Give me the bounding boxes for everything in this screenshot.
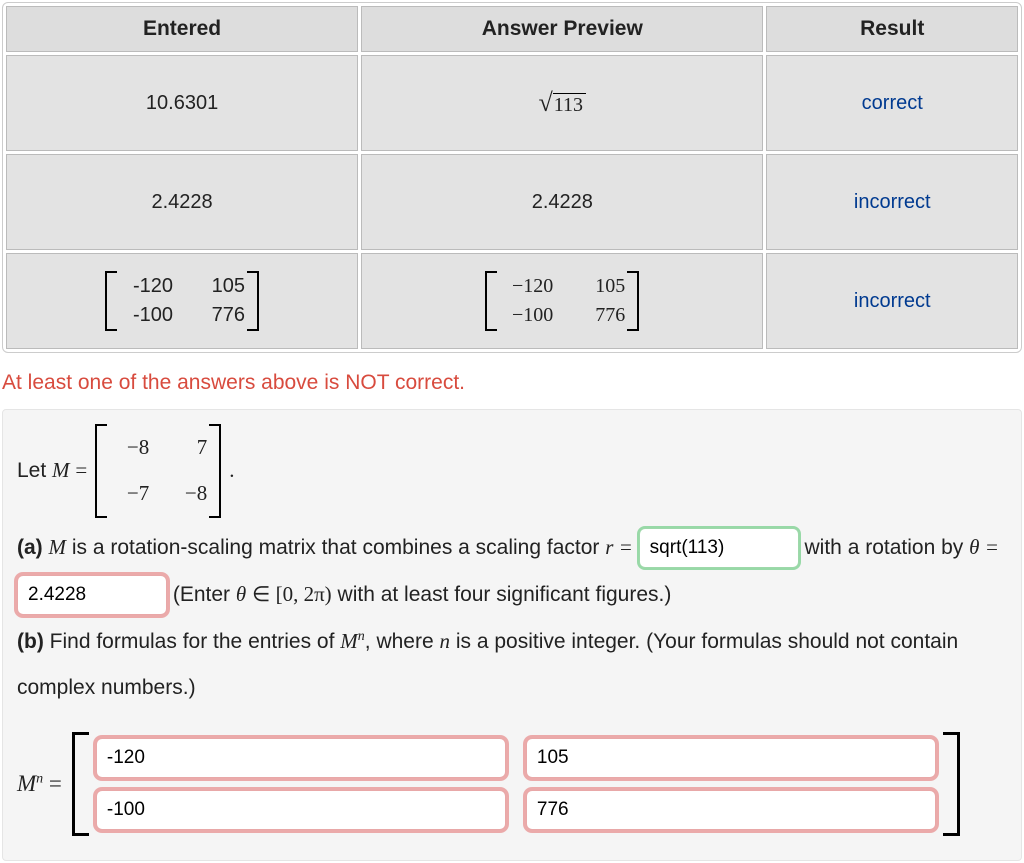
bracket-left-icon <box>72 732 86 836</box>
cell-result: correct <box>766 55 1018 151</box>
let-m-row: Let M = −8 7 −7 −8 . <box>17 424 1007 518</box>
col-result: Result <box>766 6 1018 52</box>
cell-entered: 2.4228 <box>6 154 358 250</box>
input-m22[interactable] <box>526 790 936 830</box>
cell-preview: √113 <box>361 55 763 151</box>
cell-result: incorrect <box>766 253 1018 349</box>
input-m21[interactable] <box>96 790 506 830</box>
mn-label: Mn = <box>17 762 62 806</box>
problem-box: Let M = −8 7 −7 −8 . (a) M is a rotation… <box>2 409 1022 861</box>
cell-result: incorrect <box>766 154 1018 250</box>
cell-entered: -120105-100776 <box>6 253 358 349</box>
mn-equation: Mn = <box>17 732 1007 836</box>
input-m12[interactable] <box>526 738 936 778</box>
col-entered: Entered <box>6 6 358 52</box>
table-row: 2.42282.4228incorrect <box>6 154 1018 250</box>
part-a: (a) M is a rotation-scaling matrix that … <box>17 524 1007 618</box>
warning-text: At least one of the answers above is NOT… <box>2 371 1022 395</box>
input-m11[interactable] <box>96 738 506 778</box>
let-text: Let M = <box>17 451 87 491</box>
matrix-input <box>72 732 960 836</box>
matrix-M: −8 7 −7 −8 <box>95 424 221 518</box>
bracket-right-icon <box>946 732 960 836</box>
table-row: 10.6301 √113 correct <box>6 55 1018 151</box>
col-preview: Answer Preview <box>361 6 763 52</box>
cell-preview: −120105−100776 <box>361 253 763 349</box>
cell-entered: 10.6301 <box>6 55 358 151</box>
sqrt-icon: √113 <box>539 94 587 116</box>
input-theta[interactable] <box>17 575 167 615</box>
entered-matrix: -120105-100776 <box>105 271 259 331</box>
results-table: Entered Answer Preview Result 10.6301 √11… <box>2 2 1022 353</box>
part-b: (b) Find formulas for the entries of Mn,… <box>17 618 1007 711</box>
table-row: -120105-100776 −120105−100776 incorrect <box>6 253 1018 349</box>
cell-preview: 2.4228 <box>361 154 763 250</box>
input-r[interactable] <box>639 528 799 568</box>
theta-hint: (Enter θ ∈ [0, 2π) with at least four si… <box>173 583 672 606</box>
preview-matrix: −120105−100776 <box>485 271 639 331</box>
